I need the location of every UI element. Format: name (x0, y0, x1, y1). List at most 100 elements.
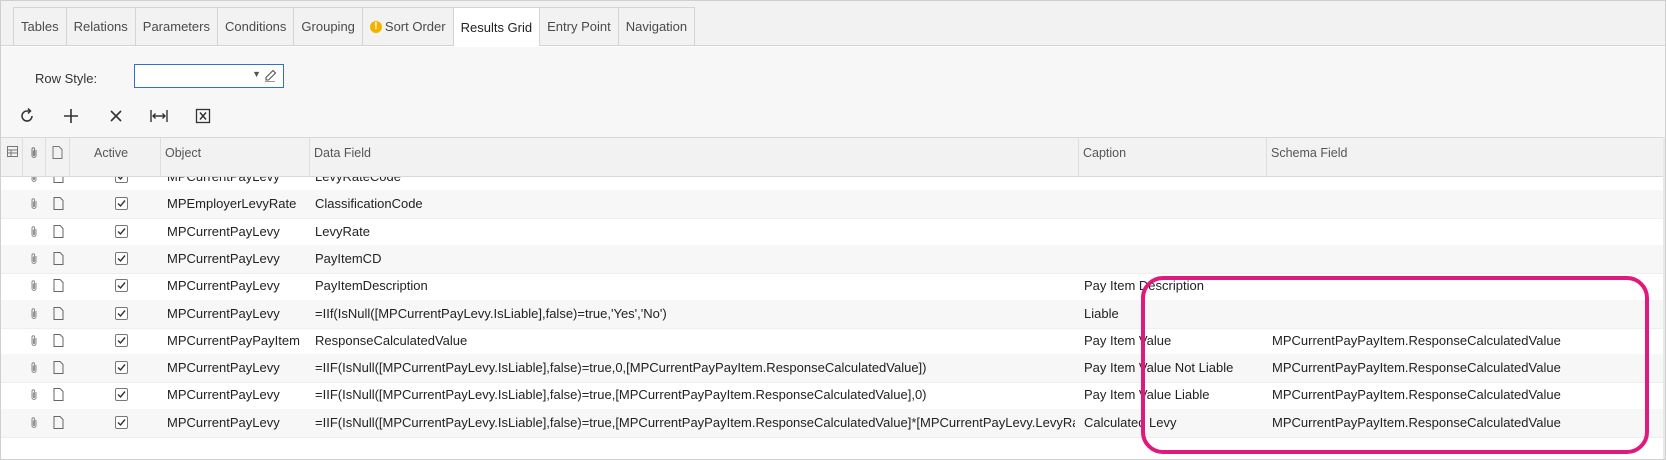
paperclip-icon[interactable] (29, 307, 43, 321)
column-header-object[interactable]: Object (161, 138, 310, 176)
cell-caption[interactable] (1084, 177, 1264, 191)
tab-entry-point[interactable]: Entry Point (539, 7, 618, 46)
delete-row-button[interactable] (104, 105, 128, 129)
document-icon[interactable] (53, 415, 67, 430)
active-checkbox[interactable] (115, 177, 128, 183)
column-header-data-field[interactable]: Data Field (310, 138, 1079, 176)
tab-sort-order[interactable]: ! Sort Order (361, 7, 453, 46)
cell-object[interactable]: MPEmployerLevyRate (167, 190, 307, 218)
active-checkbox[interactable] (115, 388, 128, 402)
column-header-active[interactable]: Active (70, 138, 161, 176)
cell-schema-field[interactable]: MPCurrentPayPayItem.ResponseCalculatedVa… (1272, 409, 1662, 437)
cell-caption[interactable]: Liable (1084, 300, 1264, 328)
cell-schema-field[interactable]: MPCurrentPayPayItem.ResponseCalculatedVa… (1272, 381, 1662, 409)
table-row[interactable]: MPCurrentPayLevy PayItemDescription Pay It… (1, 272, 1665, 302)
row-style-select[interactable]: ▼ (134, 64, 284, 88)
document-icon[interactable] (53, 361, 67, 375)
cell-object[interactable]: MPCurrentPayLevy (167, 381, 307, 409)
paperclip-icon[interactable] (29, 361, 43, 375)
cell-schema-field[interactable] (1272, 177, 1662, 191)
tab-grouping[interactable]: Grouping (293, 7, 362, 46)
table-row[interactable]: MPEmployerLevyRate ClassificationCode (1, 190, 1665, 220)
export-excel-button[interactable] (191, 105, 215, 129)
active-checkbox[interactable] (115, 306, 128, 320)
document-icon[interactable] (53, 251, 67, 266)
add-row-button[interactable] (59, 105, 83, 129)
table-row[interactable]: MPCurrentPayLevy =IIF(IsNull([MPCurrentPa… (1, 381, 1665, 411)
cell-data-field[interactable]: =IIF(IsNull([MPCurrentPayLevy.IsLiable],… (315, 381, 1075, 409)
cell-caption[interactable] (1084, 245, 1264, 273)
vertical-scrollbar[interactable] (1663, 137, 1665, 459)
paperclip-icon[interactable] (29, 252, 43, 266)
cell-schema-field[interactable] (1272, 300, 1662, 328)
table-row[interactable]: MPCurrentPayPayItem ResponseCalculatedVal… (1, 327, 1665, 356)
cell-caption[interactable]: Pay Item Description (1084, 272, 1264, 300)
cell-schema-field[interactable] (1272, 218, 1662, 246)
refresh-button[interactable] (15, 105, 39, 129)
chevron-down-icon[interactable]: ▼ (252, 69, 261, 79)
active-checkbox[interactable] (115, 415, 128, 429)
cell-object[interactable]: MPCurrentPayLevy (167, 409, 307, 437)
tab-relations[interactable]: Relations (65, 7, 135, 46)
row-selector-header[interactable] (1, 138, 23, 176)
cell-object[interactable]: MPCurrentPayLevy (167, 177, 307, 191)
pencil-icon[interactable] (263, 67, 279, 85)
column-header-caption[interactable]: Caption (1079, 138, 1267, 176)
paperclip-icon[interactable] (29, 334, 43, 348)
paperclip-icon[interactable] (29, 279, 43, 293)
document-icon[interactable] (53, 279, 67, 293)
active-checkbox[interactable] (115, 279, 128, 293)
document-icon[interactable] (53, 177, 67, 184)
document-icon[interactable] (53, 224, 67, 239)
paperclip-icon[interactable] (29, 197, 43, 211)
column-header-schema-field[interactable]: Schema Field (1267, 138, 1665, 176)
cell-schema-field[interactable] (1272, 190, 1662, 218)
cell-schema-field[interactable]: MPCurrentPayPayItem.ResponseCalculatedVa… (1272, 327, 1662, 355)
cell-object[interactable]: MPCurrentPayLevy (167, 272, 307, 300)
tab-tables[interactable]: Tables (13, 7, 66, 46)
cell-caption[interactable]: Pay Item Value Liable (1084, 381, 1264, 409)
table-row[interactable]: MPCurrentPayLevy PayItemCD (1, 244, 1665, 274)
tab-navigation[interactable]: Navigation (617, 7, 696, 46)
cell-object[interactable]: MPCurrentPayLevy (167, 245, 307, 273)
tab-conditions[interactable]: Conditions (216, 7, 294, 46)
cell-data-field[interactable]: LevyRate (315, 218, 1075, 246)
active-checkbox[interactable] (115, 224, 128, 238)
cell-schema-field[interactable] (1272, 245, 1662, 273)
table-row[interactable]: MPCurrentPayLevy =IIF(IsNull([MPCurrentPa… (1, 408, 1665, 438)
tab-results-grid[interactable]: Results Grid (452, 7, 540, 47)
document-icon[interactable] (53, 388, 67, 402)
document-icon[interactable] (53, 197, 67, 211)
cell-data-field[interactable]: PayItemDescription (315, 272, 1075, 300)
cell-caption[interactable]: Calculated Levy (1084, 409, 1264, 437)
cell-caption[interactable]: Pay Item Value (1084, 327, 1264, 355)
cell-caption[interactable]: Pay Item Value Not Liable (1084, 354, 1264, 382)
active-checkbox[interactable] (115, 333, 128, 347)
cell-object[interactable]: MPCurrentPayLevy (167, 218, 307, 246)
cell-caption[interactable] (1084, 218, 1264, 246)
cell-data-field[interactable]: PayItemCD (315, 245, 1075, 273)
cell-object[interactable]: MPCurrentPayLevy (167, 300, 307, 328)
table-row[interactable]: MPCurrentPayLevy =IIf(IsNull([MPCurrentPa… (1, 299, 1665, 329)
active-checkbox[interactable] (115, 251, 128, 265)
cell-data-field[interactable]: ClassificationCode (315, 190, 1075, 218)
tab-parameters[interactable]: Parameters (134, 7, 217, 46)
cell-data-field[interactable]: =IIF(IsNull([MPCurrentPayLevy.IsLiable],… (315, 409, 1075, 437)
cell-data-field[interactable]: =IIf(IsNull([MPCurrentPayLevy.IsLiable],… (315, 300, 1075, 328)
cell-data-field[interactable]: =IIF(IsNull([MPCurrentPayLevy.IsLiable],… (315, 354, 1075, 382)
document-icon[interactable] (53, 306, 67, 321)
table-row[interactable]: MPCurrentPayLevy LevyRate (1, 218, 1665, 247)
document-icon[interactable] (53, 333, 67, 348)
cell-object[interactable]: MPCurrentPayPayItem (167, 327, 307, 355)
active-checkbox[interactable] (115, 197, 128, 211)
fit-to-width-button[interactable] (147, 105, 171, 129)
table-row[interactable]: MPCurrentPayLevy =IIF(IsNull([MPCurrentPa… (1, 354, 1665, 384)
paperclip-icon[interactable] (29, 225, 43, 239)
paperclip-icon[interactable] (29, 416, 43, 430)
cell-caption[interactable] (1084, 190, 1264, 218)
cell-data-field[interactable]: ResponseCalculatedValue (315, 327, 1075, 355)
cell-schema-field[interactable]: MPCurrentPayPayItem.ResponseCalculatedVa… (1272, 354, 1662, 382)
cell-object[interactable]: MPCurrentPayLevy (167, 354, 307, 382)
paperclip-icon[interactable] (29, 177, 43, 184)
active-checkbox[interactable] (115, 361, 128, 375)
